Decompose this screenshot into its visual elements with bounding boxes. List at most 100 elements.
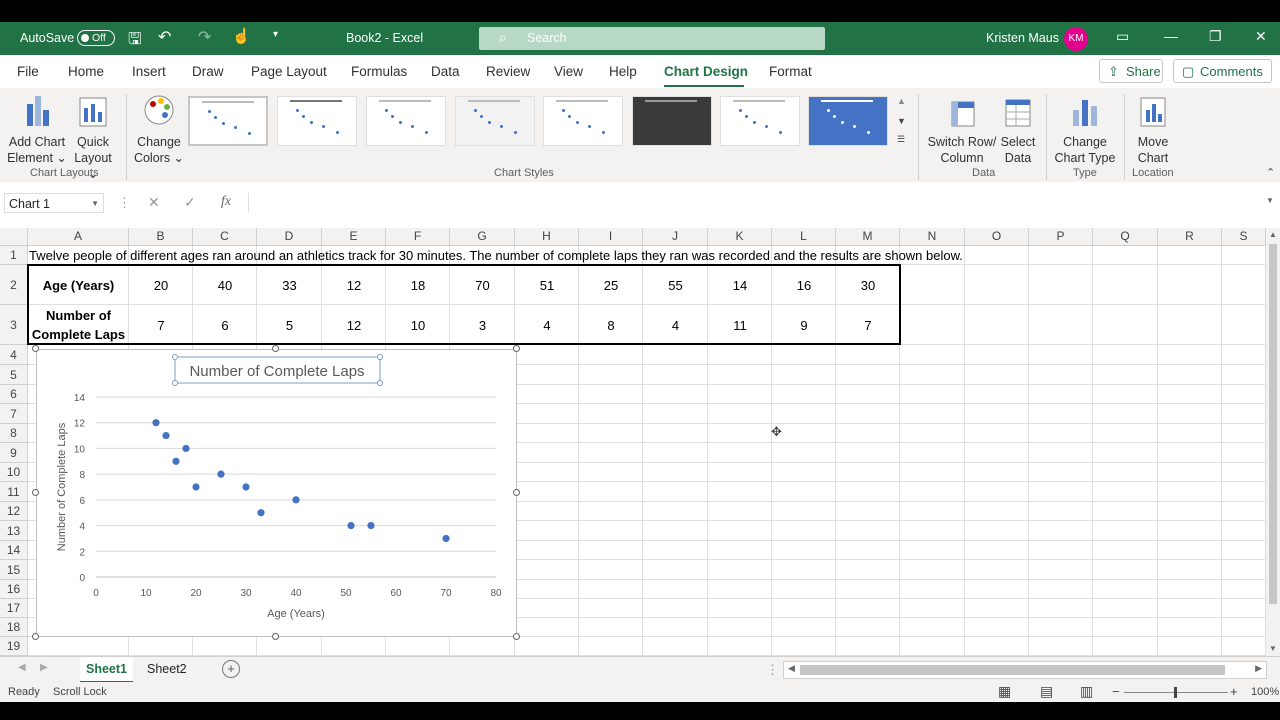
chart-style-3[interactable] <box>366 96 446 146</box>
redo-icon[interactable]: ↷ <box>198 27 211 47</box>
cancel-icon[interactable]: ✕ <box>148 194 160 211</box>
chart-object[interactable]: 0 2 4 6 8 10 12 14 0 10 20 30 40 50 60 70 80 Number of Co… <box>36 349 517 637</box>
zoom-level[interactable]: 100% <box>1251 686 1279 698</box>
ribbon-display-icon[interactable]: ▭ <box>1116 28 1129 45</box>
tab-page-layout[interactable]: Page Layout <box>251 64 327 79</box>
cell-age[interactable]: 33 <box>257 266 322 305</box>
column-header-q[interactable]: Q <box>1093 228 1158 246</box>
worksheet-grid[interactable]: ABCDEFGHIJKLMNOPQRS 1 2 3 4 5 6 7 8 9 10 11 12 13 14 1… <box>0 228 1266 656</box>
change-colors-button[interactable]: Change Colors ⌄ <box>132 92 186 166</box>
cell-laps[interactable]: 7 <box>129 306 193 344</box>
expand-formula-bar-icon[interactable]: ▼ <box>1266 196 1274 205</box>
row-header-10[interactable]: 10 <box>0 463 28 482</box>
column-header-g[interactable]: G <box>450 228 515 246</box>
cell-laps[interactable]: 12 <box>322 306 386 344</box>
column-header-d[interactable]: D <box>257 228 322 246</box>
zoom-in-icon[interactable]: + <box>1230 684 1238 699</box>
cell-laps[interactable]: 4 <box>515 306 579 344</box>
tab-help[interactable]: Help <box>609 64 637 79</box>
chart-resize-handle[interactable] <box>513 345 520 352</box>
undo-icon[interactable]: ↶ <box>158 27 171 47</box>
column-header-i[interactable]: I <box>579 228 643 246</box>
row-header-11[interactable]: 11 <box>0 482 28 502</box>
enter-icon[interactable]: ✓ <box>184 194 196 211</box>
tab-insert[interactable]: Insert <box>132 64 166 79</box>
cell-laps[interactable]: 7 <box>836 306 900 344</box>
cell-age[interactable]: 12 <box>322 266 386 305</box>
formula-input[interactable] <box>248 193 1280 213</box>
tab-view[interactable]: View <box>554 64 583 79</box>
chart-style-5[interactable] <box>543 96 623 146</box>
row-header-9[interactable]: 9 <box>0 443 28 463</box>
zoom-out-icon[interactable]: − <box>1112 684 1120 699</box>
name-box[interactable]: Chart 1 ▼ <box>4 193 104 213</box>
row-header-13[interactable]: 13 <box>0 521 28 541</box>
row-header-16[interactable]: 16 <box>0 580 28 599</box>
scroll-down-icon[interactable]: ▼ <box>1269 644 1277 653</box>
cell-age[interactable]: 40 <box>193 266 257 305</box>
minimize-icon[interactable]: — <box>1164 28 1178 44</box>
tab-draw[interactable]: Draw <box>192 64 224 79</box>
row-header-8[interactable]: 8 <box>0 424 28 443</box>
touch-mode-icon[interactable]: ☝ <box>232 27 251 45</box>
scroll-right-icon[interactable]: ▶ <box>1255 663 1262 674</box>
chart-style-1[interactable] <box>188 96 268 146</box>
cell-age[interactable]: 20 <box>129 266 193 305</box>
column-header-o[interactable]: O <box>965 228 1029 246</box>
cell-age[interactable]: 55 <box>643 266 708 305</box>
row-header-18[interactable]: 18 <box>0 618 28 637</box>
scroll-up-icon[interactable]: ▲ <box>1269 230 1277 239</box>
sheet-tab-sheet1[interactable]: Sheet1 <box>80 657 133 683</box>
hscroll-thumb[interactable] <box>800 665 1225 675</box>
column-header-p[interactable]: P <box>1029 228 1093 246</box>
column-header-r[interactable]: R <box>1158 228 1222 246</box>
row-header-2[interactable]: 2 <box>0 265 28 305</box>
cell-laps[interactable]: 5 <box>257 306 322 344</box>
gallery-more-icon[interactable]: ☰ <box>897 134 905 145</box>
cell-age[interactable]: 70 <box>450 266 515 305</box>
cell-laps[interactable]: 4 <box>643 306 708 344</box>
row-header-17[interactable]: 17 <box>0 599 28 618</box>
cell-age[interactable]: 18 <box>386 266 450 305</box>
row-header-19[interactable]: 19 <box>0 637 28 656</box>
switch-row-column-button[interactable]: Switch Row/ Column <box>926 92 998 166</box>
column-header-k[interactable]: K <box>708 228 772 246</box>
chart-style-8[interactable] <box>808 96 888 146</box>
cell-a3[interactable]: Number of Complete Laps <box>28 306 129 344</box>
row-header-4[interactable]: 4 <box>0 345 28 365</box>
search-box[interactable]: ⌕ Search <box>479 27 825 50</box>
column-header-b[interactable]: B <box>129 228 193 246</box>
column-header-a[interactable]: A <box>28 228 129 246</box>
column-header-f[interactable]: F <box>386 228 450 246</box>
chart-style-4[interactable] <box>455 96 535 146</box>
chart-resize-handle[interactable] <box>513 633 520 640</box>
prev-sheet-icon[interactable]: ◀ <box>18 662 26 673</box>
zoom-slider-thumb[interactable] <box>1174 687 1177 698</box>
row-header-7[interactable]: 7 <box>0 404 28 424</box>
tab-formulas[interactable]: Formulas <box>351 64 407 79</box>
row-header-5[interactable]: 5 <box>0 365 28 385</box>
customize-qat-icon[interactable]: ▾ <box>273 29 278 40</box>
column-header-e[interactable]: E <box>322 228 386 246</box>
tab-review[interactable]: Review <box>486 64 530 79</box>
column-header-h[interactable]: H <box>515 228 579 246</box>
chart-resize-handle[interactable] <box>513 489 520 496</box>
chart-style-7[interactable] <box>720 96 800 146</box>
gallery-up-icon[interactable]: ▲ <box>897 96 906 106</box>
tab-home[interactable]: Home <box>68 64 104 79</box>
row-header-15[interactable]: 15 <box>0 560 28 580</box>
page-layout-view-icon[interactable]: ▤ <box>1040 683 1053 700</box>
vertical-scrollbar[interactable]: ▲ ▼ <box>1266 228 1280 656</box>
avatar[interactable]: KM <box>1064 27 1088 51</box>
close-icon[interactable]: ✕ <box>1255 28 1267 45</box>
select-all-corner[interactable] <box>0 228 28 246</box>
add-chart-element-button[interactable]: Add Chart Element ⌄ <box>6 92 68 166</box>
cell-age[interactable]: 14 <box>708 266 772 305</box>
cell-laps[interactable]: 3 <box>450 306 515 344</box>
row-header-14[interactable]: 14 <box>0 541 28 560</box>
normal-view-icon[interactable]: ▦ <box>998 683 1011 700</box>
column-header-n[interactable]: N <box>900 228 965 246</box>
chart-resize-handle[interactable] <box>32 489 39 496</box>
change-chart-type-button[interactable]: Change Chart Type <box>1052 92 1118 166</box>
cell-age[interactable]: 16 <box>772 266 836 305</box>
